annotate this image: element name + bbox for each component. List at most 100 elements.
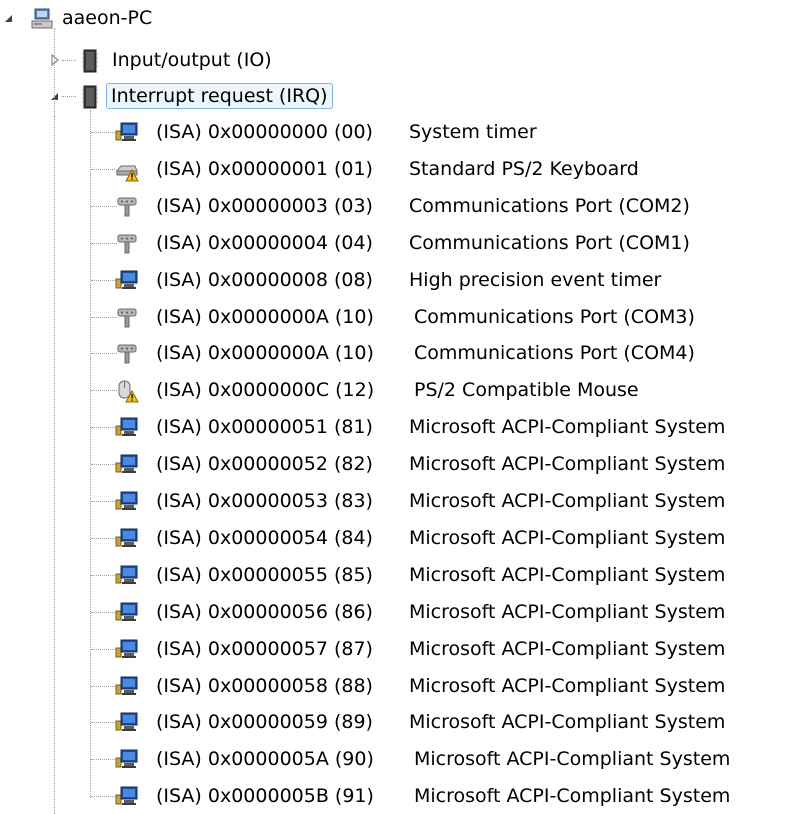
system-device-icon bbox=[115, 453, 139, 477]
tree-line bbox=[91, 538, 117, 539]
tree-root[interactable]: aaeon-PC bbox=[0, 5, 300, 31]
irq-device-label: System timer bbox=[409, 121, 537, 143]
irq-resource-label: (ISA) 0x0000005B (91) bbox=[156, 785, 374, 807]
irq-resource-label: (ISA) 0x0000000C (12) bbox=[156, 379, 375, 401]
computer-icon bbox=[30, 7, 54, 31]
tree-line bbox=[91, 722, 117, 723]
irq-device-label: Microsoft ACPI-Compliant System bbox=[409, 638, 726, 660]
irq-resource-label: (ISA) 0x00000004 (04) bbox=[156, 232, 373, 254]
expand-arrow-icon[interactable] bbox=[49, 54, 61, 66]
irq-resource-label: (ISA) 0x00000051 (81) bbox=[156, 416, 373, 438]
port-icon bbox=[115, 195, 139, 219]
irq-device-label: Microsoft ACPI-Compliant System bbox=[409, 564, 726, 586]
irq-device-label: Microsoft ACPI-Compliant System bbox=[409, 675, 726, 697]
irq-list-item[interactable]: (ISA) 0x00000000 (00) System timer bbox=[0, 119, 791, 145]
system-device-icon bbox=[115, 416, 139, 440]
irq-device-label: Microsoft ACPI-Compliant System bbox=[414, 785, 731, 807]
system-device-icon bbox=[115, 638, 139, 662]
irq-device-label: High precision event timer bbox=[409, 269, 662, 291]
irq-list-item[interactable]: (ISA) 0x0000005B (91) Microsoft ACPI-Comp… bbox=[0, 783, 791, 809]
irq-list-item[interactable]: (ISA) 0x00000051 (81) Microsoft ACPI-Comp… bbox=[0, 414, 791, 440]
tree-line bbox=[91, 796, 117, 797]
system-device-icon bbox=[115, 490, 139, 514]
irq-resource-label: (ISA) 0x00000054 (84) bbox=[156, 527, 373, 549]
category-label: Input/output (IO) bbox=[112, 49, 272, 71]
irq-device-label: Microsoft ACPI-Compliant System bbox=[409, 601, 726, 623]
tree-line bbox=[91, 243, 117, 244]
irq-list-item[interactable]: (ISA) 0x00000056 (86) Microsoft ACPI-Comp… bbox=[0, 599, 791, 625]
system-device-icon bbox=[115, 711, 139, 735]
irq-resource-label: (ISA) 0x00000000 (00) bbox=[156, 121, 373, 143]
irq-list-item[interactable]: (ISA) 0x00000008 (08) High precision even… bbox=[0, 267, 791, 293]
irq-resource-label: (ISA) 0x00000053 (83) bbox=[156, 490, 373, 512]
collapse-arrow-icon[interactable] bbox=[3, 12, 15, 24]
irq-list-item[interactable]: (ISA) 0x00000058 (88) Microsoft ACPI-Comp… bbox=[0, 673, 791, 699]
system-device-icon bbox=[115, 564, 139, 588]
irq-device-label: Communications Port (COM3) bbox=[414, 306, 695, 328]
irq-list-item[interactable]: (ISA) 0x00000055 (85) Microsoft ACPI-Comp… bbox=[0, 562, 791, 588]
port-icon bbox=[115, 306, 139, 330]
system-device-icon bbox=[115, 121, 139, 145]
tree-line bbox=[91, 317, 117, 318]
mouse-warning-icon bbox=[115, 379, 139, 403]
chip-icon bbox=[78, 49, 102, 73]
irq-device-label: Communications Port (COM4) bbox=[414, 342, 695, 364]
port-icon bbox=[115, 232, 139, 256]
irq-device-label: Communications Port (COM2) bbox=[409, 195, 690, 217]
irq-device-label: Microsoft ACPI-Compliant System bbox=[414, 748, 731, 770]
irq-list-item[interactable]: (ISA) 0x00000053 (83) Microsoft ACPI-Comp… bbox=[0, 488, 791, 514]
irq-resource-label: (ISA) 0x00000057 (87) bbox=[156, 638, 373, 660]
tree-line bbox=[91, 132, 117, 133]
tree-line bbox=[91, 686, 117, 687]
irq-resource-label: (ISA) 0x00000008 (08) bbox=[156, 269, 373, 291]
irq-device-label: PS/2 Compatible Mouse bbox=[414, 379, 639, 401]
irq-device-label: Microsoft ACPI-Compliant System bbox=[409, 711, 726, 733]
system-device-icon bbox=[115, 601, 139, 625]
irq-list-item[interactable]: (ISA) 0x00000052 (82) Microsoft ACPI-Comp… bbox=[0, 451, 791, 477]
irq-device-label: Microsoft ACPI-Compliant System bbox=[409, 527, 726, 549]
tree-line bbox=[91, 575, 117, 576]
irq-resource-label: (ISA) 0x00000003 (03) bbox=[156, 195, 373, 217]
irq-list-item[interactable]: (ISA) 0x00000001 (01) Standard PS/2 Keybo… bbox=[0, 156, 791, 182]
irq-list-item[interactable]: (ISA) 0x0000000A (10) Communications Port… bbox=[0, 304, 791, 330]
tree-line bbox=[91, 464, 117, 465]
irq-list-item[interactable]: (ISA) 0x0000005A (90) Microsoft ACPI-Comp… bbox=[0, 746, 791, 772]
chip-icon bbox=[78, 85, 102, 109]
irq-list-item[interactable]: (ISA) 0x00000003 (03) Communications Port… bbox=[0, 193, 791, 219]
irq-device-label: Microsoft ACPI-Compliant System bbox=[409, 416, 726, 438]
tree-line bbox=[91, 390, 117, 391]
irq-resource-label: (ISA) 0x00000059 (89) bbox=[156, 711, 373, 733]
tree-line bbox=[91, 427, 117, 428]
irq-list-item[interactable]: (ISA) 0x00000054 (84) Microsoft ACPI-Comp… bbox=[0, 525, 791, 551]
irq-list-item[interactable]: (ISA) 0x00000059 (89) Microsoft ACPI-Comp… bbox=[0, 709, 791, 735]
tree-category-irq[interactable]: Interrupt request (IRQ) bbox=[0, 83, 380, 109]
category-label-selected: Interrupt request (IRQ) bbox=[106, 83, 333, 109]
tree-line bbox=[91, 759, 117, 760]
tree-line bbox=[91, 206, 117, 207]
tree-line bbox=[54, 28, 55, 116]
irq-list-item[interactable]: (ISA) 0x00000057 (87) Microsoft ACPI-Comp… bbox=[0, 636, 791, 662]
device-tree[interactable]: aaeon-PC Input/output (IO) Interrupt req… bbox=[0, 0, 791, 814]
irq-list-item[interactable]: (ISA) 0x00000004 (04) Communications Port… bbox=[0, 230, 791, 256]
irq-resource-label: (ISA) 0x00000055 (85) bbox=[156, 564, 373, 586]
irq-resource-label: (ISA) 0x00000001 (01) bbox=[156, 158, 373, 180]
port-icon bbox=[115, 342, 139, 366]
system-device-icon bbox=[115, 785, 139, 809]
tree-line bbox=[91, 280, 117, 281]
irq-list-item[interactable]: (ISA) 0x0000000C (12) PS/2 Compatible Mou… bbox=[0, 377, 791, 403]
irq-resource-label: (ISA) 0x00000058 (88) bbox=[156, 675, 373, 697]
system-device-icon bbox=[115, 748, 139, 772]
irq-list-item[interactable]: (ISA) 0x0000000A (10) Communications Port… bbox=[0, 340, 791, 366]
irq-resource-label: (ISA) 0x00000052 (82) bbox=[156, 453, 373, 475]
irq-device-label: Communications Port (COM1) bbox=[409, 232, 690, 254]
system-device-icon bbox=[115, 527, 139, 551]
tree-line bbox=[91, 501, 117, 502]
irq-device-label: Microsoft ACPI-Compliant System bbox=[409, 453, 726, 475]
collapse-arrow-icon[interactable] bbox=[49, 90, 61, 102]
keyboard-warning-icon bbox=[115, 158, 139, 182]
irq-resource-label: (ISA) 0x0000005A (90) bbox=[156, 748, 374, 770]
system-device-icon bbox=[115, 675, 139, 699]
tree-line bbox=[91, 353, 117, 354]
irq-device-label: Microsoft ACPI-Compliant System bbox=[409, 490, 726, 512]
tree-line bbox=[91, 612, 117, 613]
